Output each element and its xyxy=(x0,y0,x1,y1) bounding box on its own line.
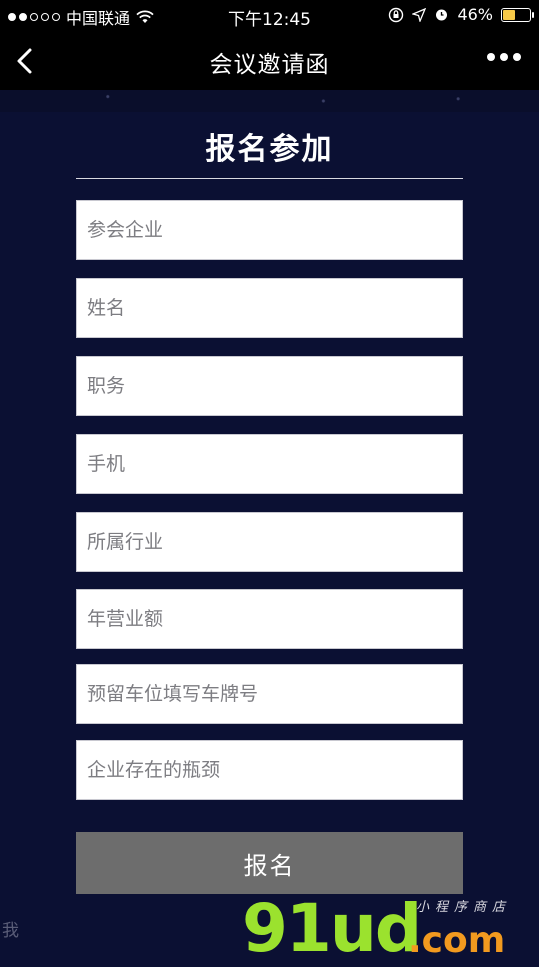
navigation-bar: 会议邀请函 xyxy=(0,32,539,90)
registration-page: 报名参加 报名 我 91ud 小程序商店 .com xyxy=(0,112,539,967)
company-input[interactable] xyxy=(77,201,462,259)
annual-revenue-field[interactable] xyxy=(76,589,463,649)
industry-field[interactable] xyxy=(76,512,463,572)
bottleneck-field[interactable] xyxy=(76,740,463,800)
industry-input[interactable] xyxy=(77,513,462,571)
status-right: 46% xyxy=(388,5,534,24)
name-field[interactable] xyxy=(76,278,463,338)
license-plate-field[interactable] xyxy=(76,664,463,724)
watermark-logo: 91ud xyxy=(242,890,422,967)
company-field[interactable] xyxy=(76,200,463,260)
partial-text: 我 xyxy=(2,921,19,941)
more-options-icon[interactable] xyxy=(487,53,521,61)
annual-revenue-input[interactable] xyxy=(77,590,462,648)
bottleneck-input[interactable] xyxy=(77,741,462,799)
battery-icon xyxy=(501,7,534,22)
position-field[interactable] xyxy=(76,356,463,416)
starry-banner xyxy=(0,90,539,112)
watermark-domain: .com xyxy=(408,920,506,961)
watermark: 91ud 小程序商店 .com xyxy=(238,882,538,967)
alarm-icon xyxy=(436,9,448,21)
form-heading: 报名参加 xyxy=(205,132,334,167)
battery-percent: 46% xyxy=(457,5,493,24)
license-plate-input[interactable] xyxy=(77,665,462,723)
phone-input[interactable] xyxy=(77,435,462,493)
heading-divider xyxy=(76,178,463,179)
phone-field[interactable] xyxy=(76,434,463,494)
name-input[interactable] xyxy=(77,279,462,337)
status-bar: 中国联通 下午12:45 46% xyxy=(0,0,539,32)
position-input[interactable] xyxy=(77,357,462,415)
battery-level xyxy=(503,9,515,20)
watermark-tagline: 小程序商店 xyxy=(416,900,512,915)
page-title: 会议邀请函 xyxy=(209,52,330,78)
rotation-lock-icon xyxy=(389,7,404,22)
location-arrow-icon xyxy=(412,7,427,22)
